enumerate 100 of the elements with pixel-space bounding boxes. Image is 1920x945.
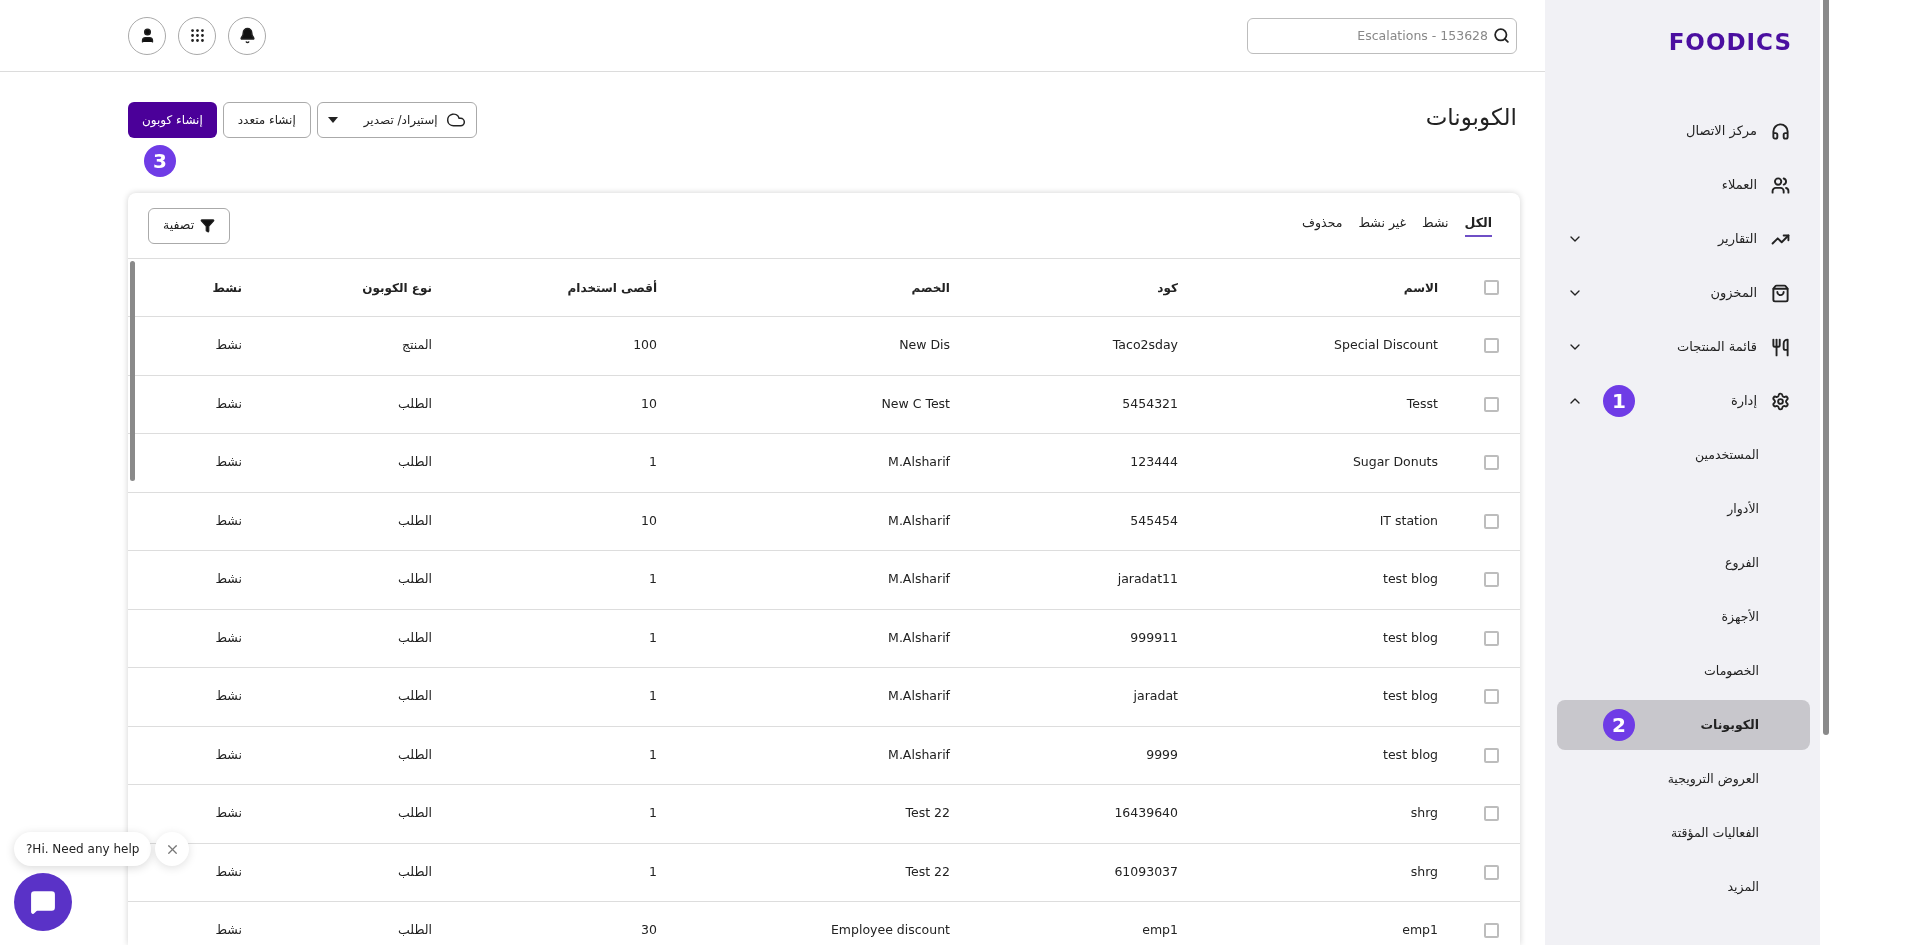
table-cell: M.Alsharif (888, 454, 950, 470)
logo[interactable]: FOODICS (1668, 25, 1792, 60)
table-cell: نشط (215, 454, 242, 470)
table-cell: Taco2sday (1112, 337, 1178, 353)
table-cell: نشط (215, 805, 242, 821)
sidebar-subitem[interactable]: الفروع (1557, 538, 1810, 588)
create-coupon-button[interactable]: إنشاء كوبون (128, 102, 217, 138)
table-cell: Sugar Donuts (1352, 454, 1438, 470)
bulk-create-button[interactable]: إنشاء متعدد (222, 102, 311, 138)
table-cell: 100 (633, 337, 657, 353)
checkbox[interactable] (1483, 806, 1499, 822)
filter-tab[interactable]: غير نشط (1358, 214, 1407, 237)
chat-button[interactable] (14, 873, 72, 931)
table-cell: 5454321 (1122, 395, 1178, 411)
sidebar-label: العملاء (1721, 176, 1757, 195)
search-icon (1493, 26, 1510, 44)
table-cell: 30 (641, 922, 657, 938)
checkbox[interactable] (1483, 280, 1499, 295)
checkbox[interactable] (1483, 396, 1499, 412)
table-cell: 1 (649, 571, 657, 587)
filter-tab[interactable]: محذوف (1302, 214, 1343, 237)
table-cell: الطلب (398, 395, 432, 411)
sidebar-item[interactable]: مركز الاتصال (1565, 104, 1792, 158)
table-cell: Tesst (1406, 395, 1438, 411)
table-cell: 10 (641, 512, 657, 528)
table-cell: نشط (215, 688, 242, 704)
table-cell: الطلب (398, 688, 432, 704)
checkbox[interactable] (1483, 513, 1499, 529)
gear-icon (1771, 391, 1790, 411)
table-cell: 123444 (1130, 454, 1178, 470)
checkbox[interactable] (1483, 689, 1499, 705)
table-cell: Test 22 (905, 863, 950, 879)
table-cell: الطلب (398, 629, 432, 645)
step-marker: 2 (1603, 709, 1635, 741)
table-cell: test blog (1383, 571, 1438, 587)
table-cell: IT station (1379, 512, 1438, 528)
sidebar-label: المخزون (1710, 284, 1757, 303)
sidebar-subitem[interactable]: الأجهزة (1557, 592, 1810, 642)
table-cell: 16439640 (1114, 805, 1178, 821)
table-cell: نشط (215, 746, 242, 762)
table-cell: test blog (1383, 746, 1438, 762)
page-title: الكوبونات (1425, 103, 1517, 133)
scrollbar-thumb[interactable] (1823, 0, 1829, 735)
table-cell: نشط (215, 922, 242, 938)
checkbox[interactable] (1483, 572, 1499, 588)
sidebar-subitem[interactable]: العروض الترويجية (1557, 754, 1810, 804)
filter-tab[interactable]: الكل (1464, 214, 1492, 237)
table-cell: نشط (215, 863, 242, 879)
column-header[interactable]: الاسم (1403, 280, 1438, 295)
search-field[interactable]: Escalations - 153628 (1247, 17, 1517, 54)
table-cell: الطلب (398, 746, 432, 762)
sidebar-item[interactable]: التقارير (1565, 212, 1792, 266)
table-cell: 1 (649, 805, 657, 821)
import-export-button[interactable]: إستيراد/ تصدير (316, 102, 477, 138)
sidebar-label: قائمة المنتجات (1677, 338, 1757, 357)
sidebar-subitem[interactable]: الفعاليات المؤقتة (1557, 808, 1810, 858)
table-cell: shrg (1410, 863, 1438, 879)
table-cell: M.Alsharif (888, 688, 950, 704)
table-cell: Test 22 (905, 805, 950, 821)
column-header[interactable]: الخصم (911, 280, 950, 295)
checkbox[interactable] (1483, 455, 1499, 471)
column-header[interactable]: كود (1157, 280, 1178, 295)
table-cell: الطلب (398, 805, 432, 821)
column-header[interactable]: نشط (212, 280, 242, 295)
column-header[interactable]: نوع الكوبون (362, 280, 432, 295)
sidebar-subitem[interactable]: المستخدمين (1557, 430, 1810, 480)
table-cell: 9999 (1146, 746, 1178, 762)
sidebar-item[interactable]: المخزون (1565, 266, 1792, 320)
sidebar-item[interactable]: العملاء (1565, 158, 1792, 212)
headset-icon (1771, 121, 1790, 141)
table-cell: shrg (1410, 805, 1438, 821)
checkbox[interactable] (1483, 864, 1499, 880)
chat-prompt[interactable]: ?Hi. Need any help (14, 832, 152, 866)
scrollbar-thumb[interactable] (130, 261, 135, 481)
table-cell: emp1 (1142, 922, 1178, 938)
table-cell: jaradat11 (1117, 571, 1178, 587)
column-header[interactable]: أقصى استخدام (567, 280, 657, 295)
filter-tab[interactable]: نشط (1422, 214, 1449, 237)
table-cell: test blog (1383, 629, 1438, 645)
checkbox[interactable] (1483, 338, 1499, 354)
table-cell: emp1 (1402, 922, 1438, 938)
sidebar-subitem[interactable]: الخصومات (1557, 646, 1810, 696)
table-cell: test blog (1383, 688, 1438, 704)
table-cell: M.Alsharif (888, 746, 950, 762)
checkbox[interactable] (1483, 630, 1499, 646)
table-cell: 1 (649, 863, 657, 879)
checkbox[interactable] (1483, 747, 1499, 763)
chat-bubble-icon (30, 889, 56, 915)
table-cell: نشط (215, 512, 242, 528)
filter-button[interactable]: تصفية (148, 207, 231, 244)
table-cell: Special Discount (1334, 337, 1438, 353)
checkbox[interactable] (1483, 923, 1499, 939)
table-cell: 999911 (1130, 629, 1178, 645)
table-cell: jaradat (1133, 688, 1178, 704)
sidebar-subitem[interactable]: المزيد (1557, 862, 1810, 912)
sidebar-item[interactable]: قائمة المنتجات (1565, 320, 1792, 374)
sidebar-subitem[interactable]: الأدوار (1557, 484, 1810, 534)
table-cell: M.Alsharif (888, 512, 950, 528)
table-cell: M.Alsharif (888, 629, 950, 645)
sidebar-label: التقارير (1717, 230, 1757, 249)
